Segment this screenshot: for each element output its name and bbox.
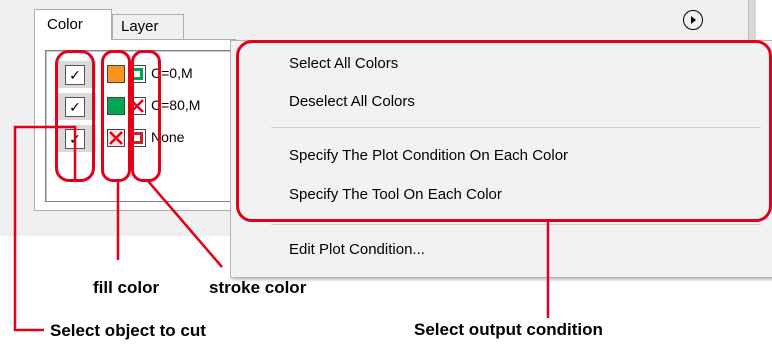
fill-color-label: fill color: [93, 278, 160, 297]
tab-color[interactable]: Color: [34, 9, 112, 40]
select-object-label: Select object to cut: [50, 321, 206, 340]
tab-color-label: Color: [47, 16, 83, 33]
select-output-label: Select output condition: [414, 320, 603, 339]
stroke-color-label: stroke color: [209, 278, 307, 297]
